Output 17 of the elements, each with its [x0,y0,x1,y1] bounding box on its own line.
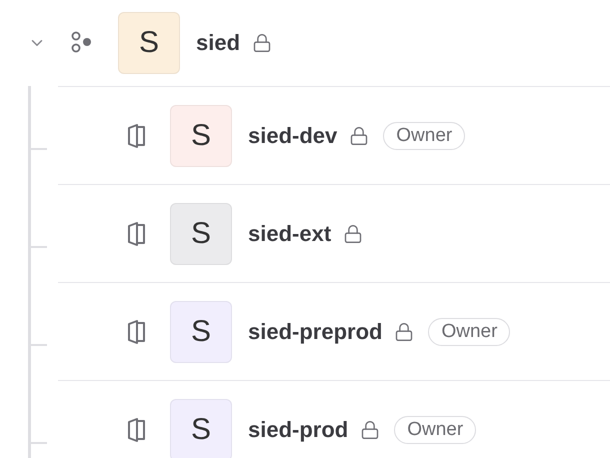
role-badge: Owner [428,318,510,346]
door-icon [126,318,148,346]
environment-name[interactable]: sied-prod [248,416,348,442]
project-avatar: S [118,12,180,74]
door-icon [126,416,148,444]
environment-avatar: S [170,398,232,458]
door-icon [126,122,148,150]
environment-avatar: S [170,300,232,362]
environment-avatar: S [170,202,232,264]
environment-name[interactable]: sied-ext [248,220,332,246]
project-name[interactable]: sied [196,30,240,56]
role-badge: Owner [394,416,476,444]
environment-name[interactable]: sied-preprod [248,318,382,344]
role-badge: Owner [383,122,466,150]
environment-avatar: S [170,104,232,166]
door-icon [126,220,148,248]
environment-name[interactable]: sied-dev [248,122,338,148]
